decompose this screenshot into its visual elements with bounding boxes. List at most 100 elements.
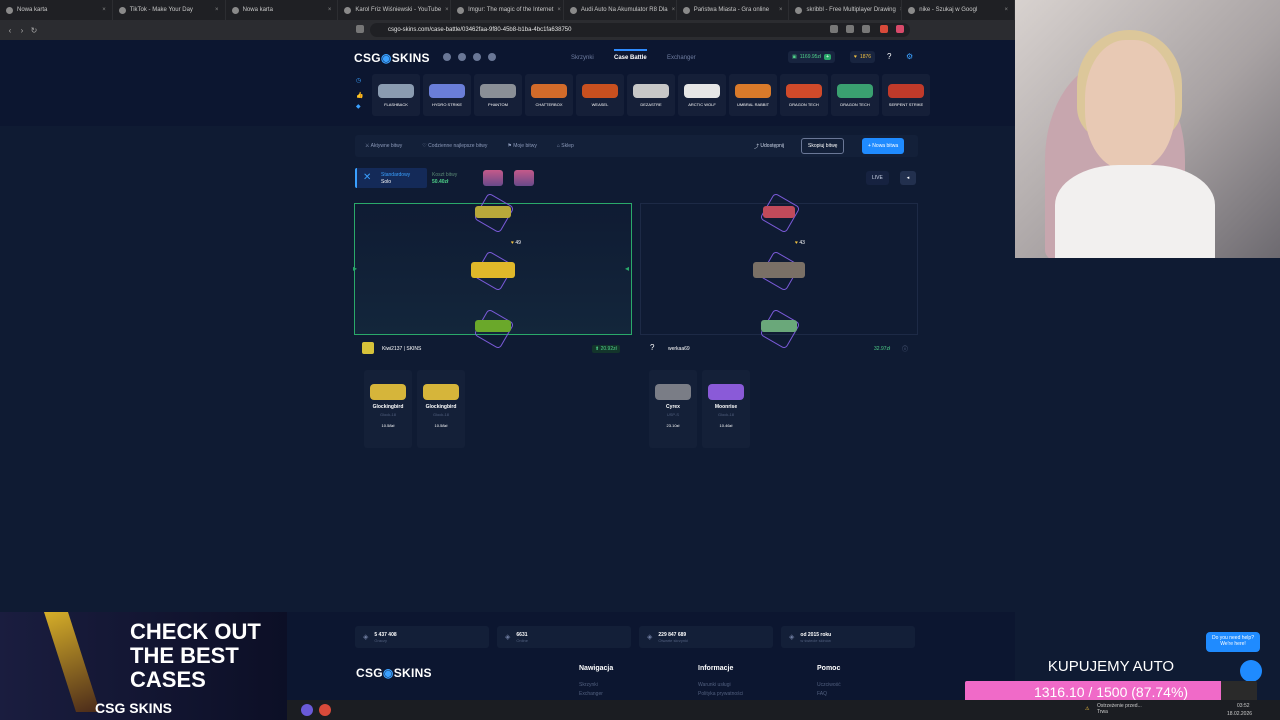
nav-shop-label: Sklep [561,143,574,149]
player-name[interactable]: werkaa69 [668,346,690,352]
drop-item[interactable]: ARCTIC WOLF [678,74,726,116]
tab-close-icon[interactable]: × [445,7,449,13]
help-icon[interactable]: ? [887,52,891,61]
drop-item[interactable]: DEZASTRE [627,74,675,116]
nav-case-battle[interactable]: Case Battle [614,49,647,61]
new-battle-button[interactable]: + Nowa bitwa [862,138,905,154]
drop-gun-image [531,84,567,98]
browser-tab[interactable]: Imgur: The magic of the Internet × [451,0,564,20]
drop-item[interactable]: UMBRAL RABBIT [729,74,777,116]
browser-tab[interactable]: nike - Szukaj w Googl × [902,0,1016,20]
reload-icon[interactable]: ↻ [28,26,40,35]
item-card[interactable]: Glockingbird Glock-18 10.58zł [417,370,465,448]
drop-item[interactable]: FLASHBACK [372,74,420,116]
url-field[interactable]: csgo-skins.com/case-battle/03462faa-9f80… [370,23,910,37]
tab-close-icon[interactable]: × [102,7,106,13]
brave-icon[interactable] [880,25,888,33]
nav-skrzynki[interactable]: Skrzynki [571,55,594,61]
item-card[interactable]: Cyrex USP-S 23.10zł [649,370,697,448]
nav-active-battles[interactable]: ⚔ Aktywne bitwy [355,143,412,149]
avatar[interactable] [362,342,374,354]
footer-logo[interactable]: CSG◉SKINS [356,666,432,680]
footer-link[interactable]: Skrzynki [579,682,598,688]
item-card[interactable]: Moonrise Glock-18 10.46zł [702,370,750,448]
drop-item[interactable]: HYDRO STRIKE [423,74,471,116]
tab-close-icon[interactable]: × [672,7,676,13]
browser-tab[interactable]: skribbl - Free Multiplayer Drawing× [789,0,903,20]
tab-close-icon[interactable]: × [328,7,332,13]
instagram-icon[interactable] [473,53,481,61]
warning-icon: ⚠ [1085,706,1090,712]
tab-favicon-icon [118,6,126,14]
tab-close-icon[interactable]: × [215,7,219,13]
top-drop-icon[interactable]: ◆ [356,103,361,110]
case-icon[interactable] [514,170,534,186]
x-icon[interactable] [488,53,496,61]
coins-badge[interactable]: ♥ 1876 [850,51,876,63]
stat-label: Otwarte skrzynki [658,637,688,643]
tab-close-icon[interactable]: × [779,7,783,13]
drop-item[interactable]: WEASEL [576,74,624,116]
site-logo[interactable]: CSG◉SKINS [354,51,430,65]
nav-exchanger[interactable]: Exchanger [667,55,696,61]
info-icon[interactable]: ⓘ [902,344,908,353]
live-button[interactable]: LIVE [866,171,889,185]
reel-player-1: ♥ 49 ▸ ◂ [353,192,632,350]
share-icon[interactable] [862,25,870,33]
footer-link[interactable]: FAQ [817,691,827,697]
like-icon[interactable]: 👍 [356,92,363,99]
drop-item[interactable]: DRAGON TECH [780,74,828,116]
discord-icon[interactable] [443,53,451,61]
app-icon[interactable] [301,704,313,716]
zoom-icon[interactable] [846,25,854,33]
bookmark-icon[interactable] [356,25,364,33]
drop-item[interactable]: CHATTERBOX [525,74,573,116]
nav-my-battles[interactable]: ⚑ Moje bitwy [497,143,547,149]
case-icon[interactable] [483,170,503,186]
settings-gear-icon[interactable]: ⚙ [906,52,913,61]
browser-tab[interactable]: Nowa karta × [226,0,339,20]
person-shirt [1055,165,1215,258]
alert-icon[interactable] [896,25,904,33]
drop-item[interactable]: DRAGON TECH [831,74,879,116]
stat-value: 5 437 408 [374,631,397,638]
nav-shop[interactable]: ⌂ Sklep [547,143,584,149]
share-button[interactable]: ⤴ Udostępnij [748,138,790,154]
browser-tab[interactable]: TikTok - Make Your Day × [113,0,226,20]
sound-toggle-icon[interactable]: ◂ [900,171,916,185]
back-icon[interactable]: ‹ [4,26,16,35]
drop-gun-image [480,84,516,98]
copy-battle-button[interactable]: Skopiuj bitwę [801,138,845,154]
browser-tab[interactable]: Karol Friz Wiśniewski - YouTube × [338,0,452,20]
drop-gun-image [837,84,873,98]
case-icon: ◈ [647,634,653,641]
drop-item[interactable]: PHANTOM [474,74,522,116]
share-label: Udostępnij [760,143,785,149]
nav-daily-best[interactable]: ♡ Codzienne najlepsze bitwy [412,143,497,149]
reel-badge-value: 49 [515,240,521,246]
footer-link[interactable]: Exchanger [579,691,603,697]
balance-badge[interactable]: ▣ 1169.95zł + [788,51,835,63]
browser-tab[interactable]: Nowa karta × [0,0,113,20]
footer-link[interactable]: Warunki usługi [698,682,731,688]
tab-close-icon[interactable]: × [557,7,561,13]
add-funds-icon[interactable]: + [824,54,831,60]
player-name[interactable]: Kiwi2137 | SKINS [382,346,421,352]
drop-item[interactable]: SERPENT STRIKE [882,74,930,116]
forward-icon[interactable]: › [16,26,28,35]
tab-title: Audi Auto Na Akumulator R8 Dla [580,7,668,13]
drop-item-name: ARCTIC WOLF [688,102,716,107]
footer-link[interactable]: Uczciwość [817,682,841,688]
browser-icon[interactable] [319,704,331,716]
browser-tab[interactable]: Audi Auto Na Akumulator R8 Dla × [564,0,677,20]
item-gun-image [370,384,406,400]
tab-title: Karol Friz Wiśniewski - YouTube [355,7,442,13]
facebook-icon[interactable] [458,53,466,61]
extension-icon[interactable] [830,25,838,33]
tab-close-icon[interactable]: × [1005,7,1009,13]
footer-link[interactable]: Polityka prywatności [698,691,743,697]
browser-tab[interactable]: Państwa Miasta - Gra online × [677,0,790,20]
help-bubble[interactable]: Do you need help? We're here! [1206,632,1260,652]
unknown-avatar-icon[interactable]: ? [650,343,654,352]
item-card[interactable]: Glockingbird Glock-18 10.58zł [364,370,412,448]
